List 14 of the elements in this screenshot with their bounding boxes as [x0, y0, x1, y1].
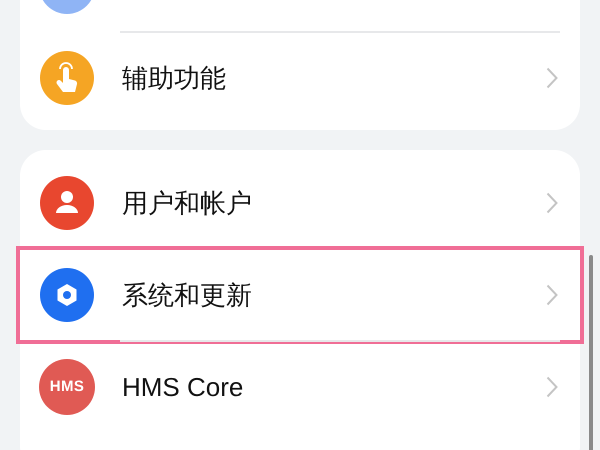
settings-row[interactable]: 系统和更新 — [20, 250, 580, 340]
chevron-icon — [546, 284, 558, 306]
chevron-icon — [546, 376, 558, 398]
row-label: 用户和帐户 — [122, 186, 252, 220]
settings-row[interactable]: HMS HMS Core — [20, 342, 580, 432]
row-label: HMS Core — [122, 370, 244, 404]
settings-row[interactable]: 用户和帐户 — [20, 158, 580, 248]
scrollbar[interactable] — [589, 255, 593, 450]
chevron-icon — [546, 67, 558, 89]
chevron-icon — [546, 192, 558, 214]
app-icon: HMS — [39, 359, 95, 415]
settings-row[interactable]: 辅助功能 — [20, 33, 580, 123]
row-label: 辅助功能 — [122, 62, 226, 94]
row-label: 系统和更新 — [122, 278, 252, 312]
